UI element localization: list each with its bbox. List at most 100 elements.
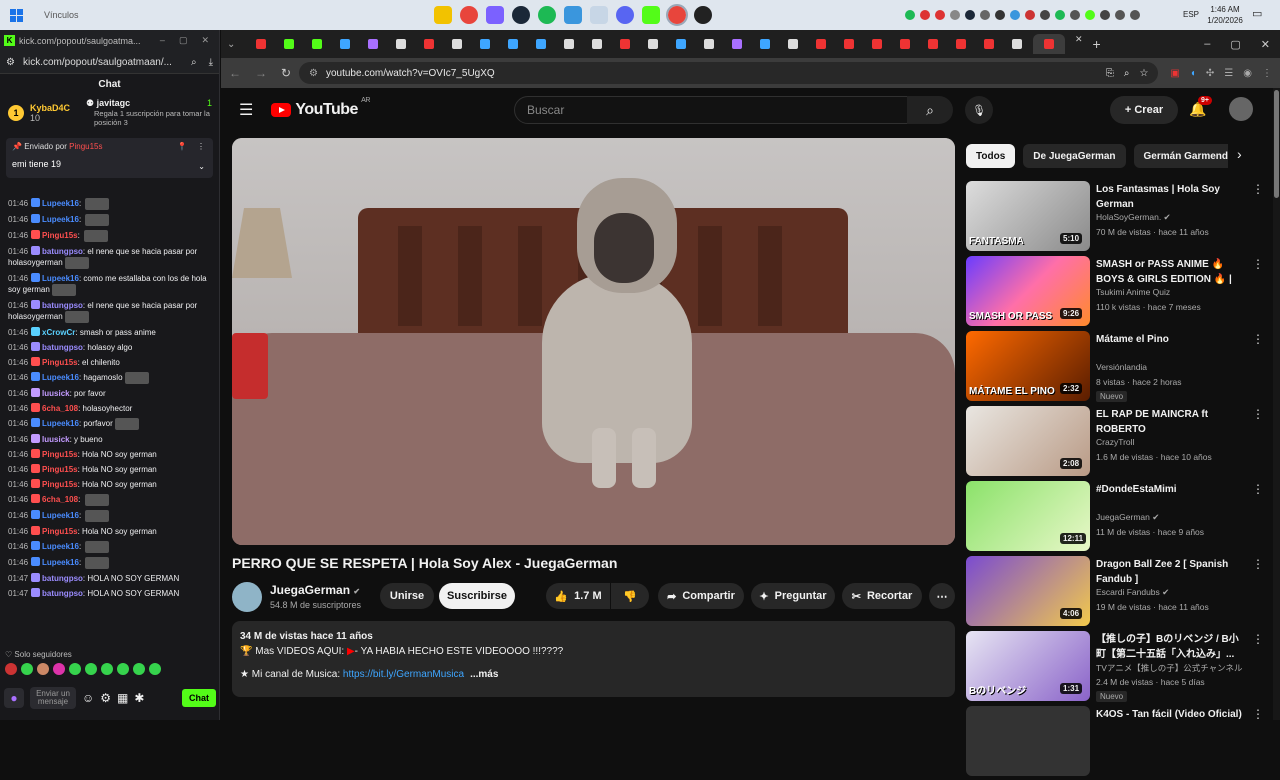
chevron-right-icon[interactable]: › [1237,146,1242,162]
chat-message[interactable]: 01:47 batungpso: HOLA NO SOY GERMAN [0,586,218,601]
chat-message[interactable]: 01:46 Lupeek16: [0,555,218,571]
chat-message[interactable]: 01:46 Pingu15s: el chilenito [0,355,218,370]
spotify-icon[interactable] [538,6,556,24]
avatar[interactable] [1229,97,1253,121]
tray-icon[interactable] [1040,10,1050,20]
language-indicator[interactable]: ESP [1183,10,1199,19]
ask-button[interactable]: ✦ Preguntar [751,583,835,609]
chat-message[interactable]: 01:46 6cha_108: [0,492,218,508]
chat-message[interactable]: 01:46 Pingu15s: Hola NO soy german [0,462,218,477]
browser-tab[interactable] [557,34,581,54]
reload-icon[interactable]: ↻ [281,66,291,80]
tray-icon[interactable] [965,10,975,20]
browser-tab[interactable] [669,34,693,54]
channel-name[interactable]: TVアニメ【推しの子】公式チャンネル [1096,662,1242,674]
pinned-message[interactable]: 📌 Enviado por Pingu15s 📍 ⋮ emi tiene 19 … [6,138,213,178]
emote-icon[interactable] [53,663,65,675]
speaker-icon[interactable] [1070,10,1080,20]
message-username[interactable]: batungpso [42,343,83,352]
pin-icon[interactable]: 📍 [177,142,187,151]
join-button[interactable]: Unirse [380,583,434,609]
chat-message[interactable]: 01:46 Lupeek16: [0,196,218,212]
hamburger-menu-icon[interactable]: ☰ [239,100,253,120]
tray-icon[interactable] [995,10,1005,20]
message-username[interactable]: Pingu15s [42,527,78,536]
tray-icon[interactable] [1100,10,1110,20]
copilot-icon[interactable] [486,6,504,24]
close-tab-icon[interactable]: ✕ [1075,34,1083,54]
chat-message[interactable]: 01:46 6cha_108: holasoyhector [0,401,218,416]
tab-search-icon[interactable]: ⌄ [227,39,245,50]
more-options-icon[interactable]: ⋮ [1252,707,1264,721]
recommended-video[interactable]: SMASH OR PASS 9:26 SMASH or PASS ANIME 🔥 B… [966,255,1266,330]
channel-avatar[interactable] [232,582,262,612]
browser-tab[interactable] [977,34,1001,54]
download-icon[interactable]: ⤓ [209,57,213,68]
discord-icon[interactable] [616,6,634,24]
bookmark-star-icon[interactable]: ☆ [1139,68,1148,79]
browser-tab[interactable] [529,34,553,54]
site-info-icon[interactable]: ⚙ [309,68,318,79]
video-title[interactable]: 【推しの子】Bのリベンジ / B小町【第二十五話「入れ込み」... [1096,632,1242,662]
settings-icon[interactable]: ⚙ [100,691,111,705]
recommended-video[interactable]: 2:08 EL RAP DE MAINCRA ft ROBERTO CrazyTro… [966,405,1266,480]
browser-tab[interactable] [921,34,945,54]
channel-name[interactable]: JuegaGerman ✔ [1096,512,1159,523]
video-title[interactable]: #DondeEstaMimi [1096,482,1242,497]
browser-tab[interactable] [585,34,609,54]
browser-tab[interactable] [249,34,273,54]
extension-icon[interactable]: ▣ [1170,68,1179,79]
recommended-video[interactable]: Bのリベンジ 1:31 【推しの子】Bのリベンジ / B小町【第二十五話「入れ込み」… [966,630,1266,705]
channel-name[interactable]: Tsukimi Anime Quiz [1096,287,1170,297]
page-scrollbar[interactable] [1273,88,1280,720]
notifications-icon[interactable]: ▭ [1252,7,1262,20]
more-actions-button[interactable]: ⋯ [929,583,955,609]
chat-send-button[interactable]: Chat [182,689,216,707]
tray-icon[interactable] [935,10,945,20]
chrome-icon[interactable] [460,6,478,24]
message-username[interactable]: 6cha_108 [42,404,78,413]
video-thumbnail[interactable] [966,706,1090,776]
browser-tab[interactable] [1005,34,1029,54]
chat-message[interactable]: 01:46 Lupeek16: [0,212,218,228]
message-username[interactable]: Lupeek16 [42,511,79,520]
emote-icon[interactable] [85,663,97,675]
channel-name[interactable]: CrazyTroll [1096,437,1134,447]
video-title[interactable]: EL RAP DE MAINCRA ft ROBERTO [1096,407,1242,437]
tray-icon[interactable] [1025,10,1035,20]
emote-icon[interactable] [5,663,17,675]
site-settings-icon[interactable]: ⚙ [6,57,15,68]
filter-chip[interactable]: De JuegaGerman [1023,144,1126,168]
message-username[interactable]: Pingu15s [42,231,78,240]
emote-icon[interactable] [133,663,145,675]
chat-message[interactable]: 01:46 Pingu15s: Hola NO soy german [0,447,218,462]
message-username[interactable]: xCrowCr [42,328,75,337]
emote-icon[interactable] [117,663,129,675]
gift-icon[interactable]: ▦ [117,691,128,705]
more-options-icon[interactable]: ⋮ [1252,482,1264,496]
channel-name[interactable]: Versiónlandia [1096,362,1147,372]
message-username[interactable]: batungpso [42,574,83,583]
minimize-icon[interactable]: – [160,35,165,46]
chat-message[interactable]: 01:46 Lupeek16: hagamoslo [0,370,218,386]
emote-icon[interactable] [69,663,81,675]
install-icon[interactable]: ⎘ [1106,68,1114,79]
tray-icon[interactable] [1085,10,1095,20]
recommended-video[interactable]: 12:11 #DondeEstaMimi JuegaGerman ✔ 11 M de … [966,480,1266,555]
more-options-icon[interactable]: ⋮ [1252,557,1264,571]
pinned-user[interactable]: Pingu15s [69,142,102,151]
new-tab-icon[interactable]: + [1093,36,1101,52]
browser-tab[interactable] [389,34,413,54]
message-username[interactable]: 6cha_108 [42,495,78,504]
video-title[interactable]: Mátame el Pino [1096,332,1242,347]
message-username[interactable]: luusick [42,389,70,398]
subscribe-button[interactable]: Suscribirse [439,583,515,609]
description-box[interactable]: 34 M de vistas hace 11 años 🏆 Mas VIDEOS… [232,621,955,697]
recommended-video[interactable]: K4OS - Tan fácil (Video Oficial) ⋮ [966,705,1266,780]
message-username[interactable]: batungpso [42,247,83,256]
search-icon[interactable]: ⌕ [907,96,953,124]
search-input[interactable]: Buscar [514,96,908,124]
more-options-icon[interactable]: ⋮ [1252,182,1264,196]
puzzle-icon[interactable]: ✣ [1206,68,1214,79]
music-link[interactable]: https://bit.ly/GermanMusica [343,669,464,680]
